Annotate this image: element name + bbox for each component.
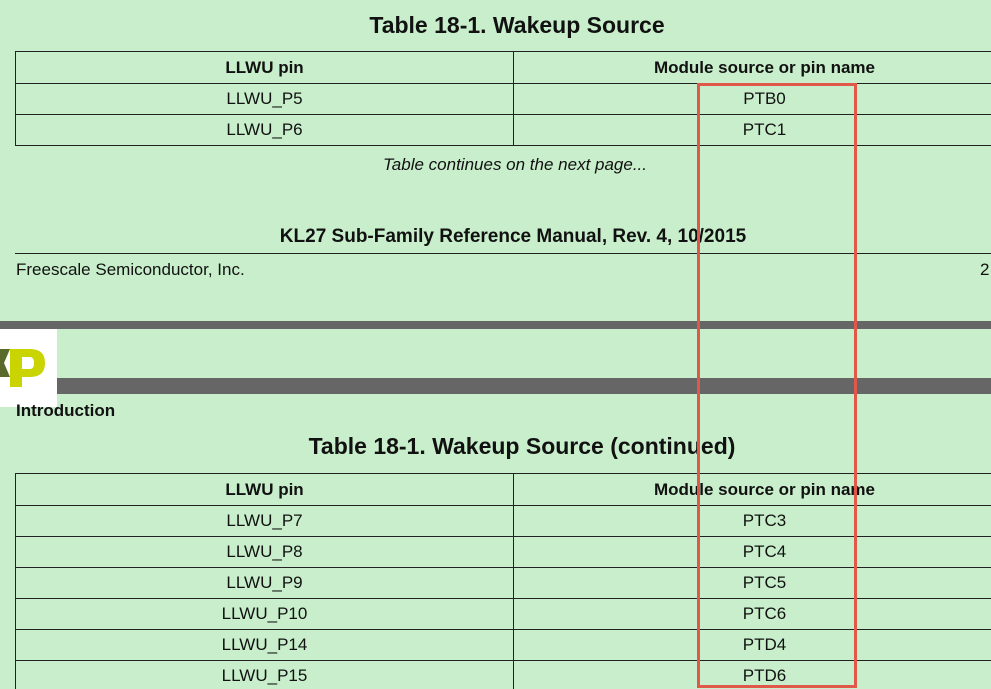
table-row: LLWU_P9 PTC5 [15, 567, 991, 599]
page-header-bar [0, 378, 991, 394]
table-title: Table 18-1. Wakeup Source [369, 12, 665, 38]
section-label: Introduction [16, 401, 116, 420]
footer-rule [15, 253, 991, 254]
table-title-continued: Table 18-1. Wakeup Source (continued) [308, 433, 736, 459]
wakeup-source-table: LLWU pin Module source or pin name LLWU_… [15, 51, 991, 146]
table-header-row: LLWU pin Module source or pin name [15, 473, 991, 506]
table-header-row: LLWU pin Module source or pin name [15, 51, 991, 84]
llwu-pin-cell: LLWU_P14 [15, 629, 514, 661]
llwu-pin-cell: LLWU_P5 [15, 83, 514, 115]
table-row: LLWU_P10 PTC6 [15, 598, 991, 630]
manual-footer-title: KL27 Sub-Family Reference Manual, Rev. 4… [279, 226, 747, 247]
table-row: LLWU_P6 PTC1 [15, 114, 991, 146]
wakeup-source-table-continued: LLWU pin Module source or pin name LLWU_… [15, 473, 991, 689]
llwu-pin-cell: LLWU_P6 [15, 114, 514, 146]
column-header-module-source: Module source or pin name [513, 51, 991, 84]
table-row: LLWU_P8 PTC4 [15, 536, 991, 568]
page-number: 2 [980, 260, 990, 279]
module-source-cell: PTC5 [513, 567, 991, 599]
llwu-pin-cell: LLWU_P10 [15, 598, 514, 630]
module-source-cell: PTC4 [513, 536, 991, 568]
module-source-cell: PTC1 [513, 114, 991, 146]
table-continues-note: Table continues on the next page... [382, 155, 647, 174]
module-source-cell: PTB0 [513, 83, 991, 115]
llwu-pin-cell: LLWU_P9 [15, 567, 514, 599]
table-row: LLWU_P14 PTD4 [15, 629, 991, 661]
module-source-cell: PTD4 [513, 629, 991, 661]
module-source-cell: PTC3 [513, 505, 991, 537]
page-separator-bar [0, 321, 991, 329]
module-source-cell: PTC6 [513, 598, 991, 630]
llwu-pin-cell: LLWU_P15 [15, 660, 514, 689]
llwu-pin-cell: LLWU_P8 [15, 536, 514, 568]
company-name: Freescale Semiconductor, Inc. [16, 260, 245, 279]
company-logo [0, 329, 57, 407]
column-header-module-source: Module source or pin name [513, 473, 991, 506]
table-row: LLWU_P7 PTC3 [15, 505, 991, 537]
logo-icon [0, 349, 45, 387]
table-row: LLWU_P15 PTD6 [15, 660, 991, 689]
column-header-llwu-pin: LLWU pin [15, 473, 514, 506]
column-header-llwu-pin: LLWU pin [15, 51, 514, 84]
module-source-cell: PTD6 [513, 660, 991, 689]
table-row: LLWU_P5 PTB0 [15, 83, 991, 115]
llwu-pin-cell: LLWU_P7 [15, 505, 514, 537]
